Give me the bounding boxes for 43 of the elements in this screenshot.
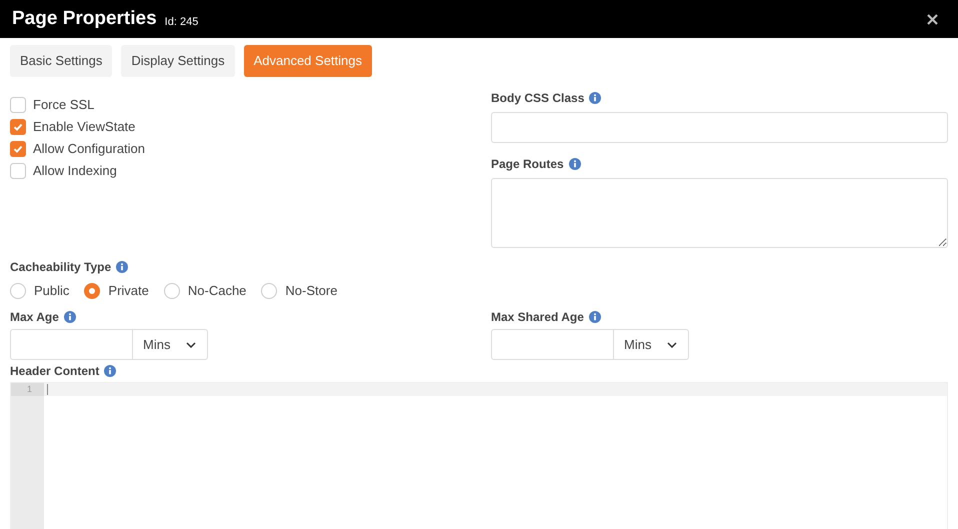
checkbox-label: Force SSL xyxy=(33,96,94,114)
checkbox-label: Allow Indexing xyxy=(33,162,117,180)
info-icon xyxy=(568,158,581,170)
radio-button[interactable] xyxy=(84,283,100,299)
radio-button[interactable] xyxy=(10,283,26,299)
checkbox-label: Allow Configuration xyxy=(33,140,146,158)
radio-label: No-Store xyxy=(285,282,338,300)
input-field[interactable] xyxy=(10,329,133,360)
close-icon[interactable] xyxy=(927,14,938,24)
window-title: Page Properties xyxy=(12,6,157,31)
radio-button[interactable] xyxy=(164,283,180,299)
text-cursor xyxy=(47,384,48,395)
field-label: Header Content xyxy=(10,363,100,380)
input-field[interactable] xyxy=(491,112,948,143)
radio-label: No-Cache xyxy=(188,282,246,300)
id-label: Id: 245 xyxy=(164,14,198,30)
text-area[interactable] xyxy=(491,178,948,248)
field-label: Max Age xyxy=(10,309,59,326)
checkbox[interactable] xyxy=(10,119,26,135)
info-icon xyxy=(104,365,116,377)
radio-label: Public xyxy=(34,282,70,300)
tab[interactable]: Basic Settings xyxy=(10,45,112,77)
field-label: Max Shared Age xyxy=(491,309,584,326)
info-icon xyxy=(588,311,601,323)
unit-dropdown[interactable]: Mins xyxy=(133,329,208,360)
tab[interactable]: Display Settings xyxy=(121,45,235,77)
line-number: 1 xyxy=(11,383,44,396)
field-label: Cacheability Type xyxy=(10,259,112,276)
radio-button[interactable] xyxy=(261,283,278,299)
chevron-down-icon xyxy=(186,342,196,348)
chevron-down-icon xyxy=(667,342,677,348)
unit-dropdown[interactable]: Mins xyxy=(614,329,689,360)
field-label: Page Routes xyxy=(491,156,564,173)
checkbox[interactable] xyxy=(10,141,26,157)
info-icon xyxy=(589,92,602,104)
info-icon xyxy=(116,261,128,273)
checkbox-label: Enable ViewState xyxy=(33,118,136,136)
input-field[interactable] xyxy=(491,329,614,360)
checkbox[interactable] xyxy=(10,163,26,179)
radio-label: Private xyxy=(108,282,149,300)
checkbox[interactable] xyxy=(10,97,26,113)
info-icon xyxy=(64,311,76,323)
field-label: Body CSS Class xyxy=(491,90,584,107)
